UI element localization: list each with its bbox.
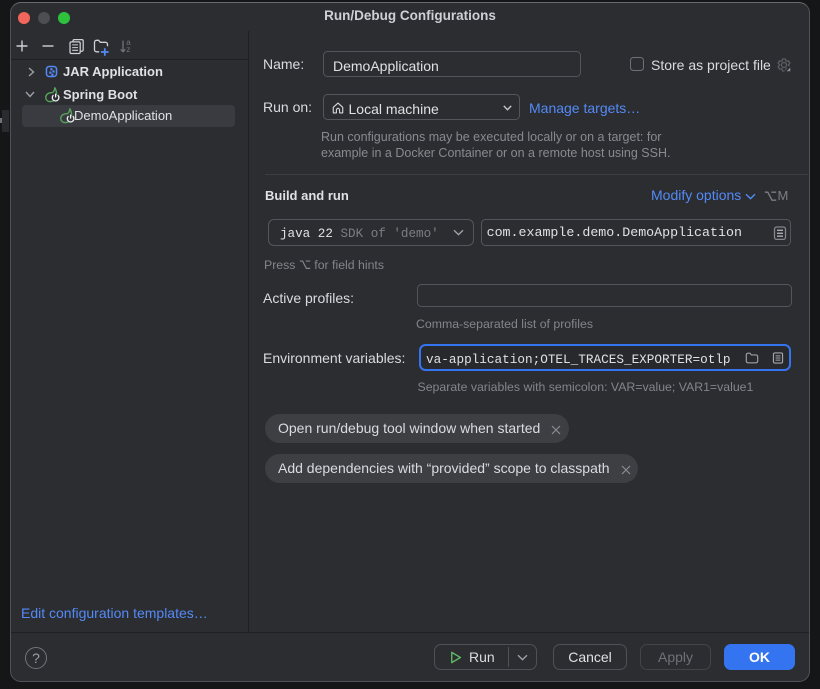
svg-text:z: z [126, 45, 130, 54]
